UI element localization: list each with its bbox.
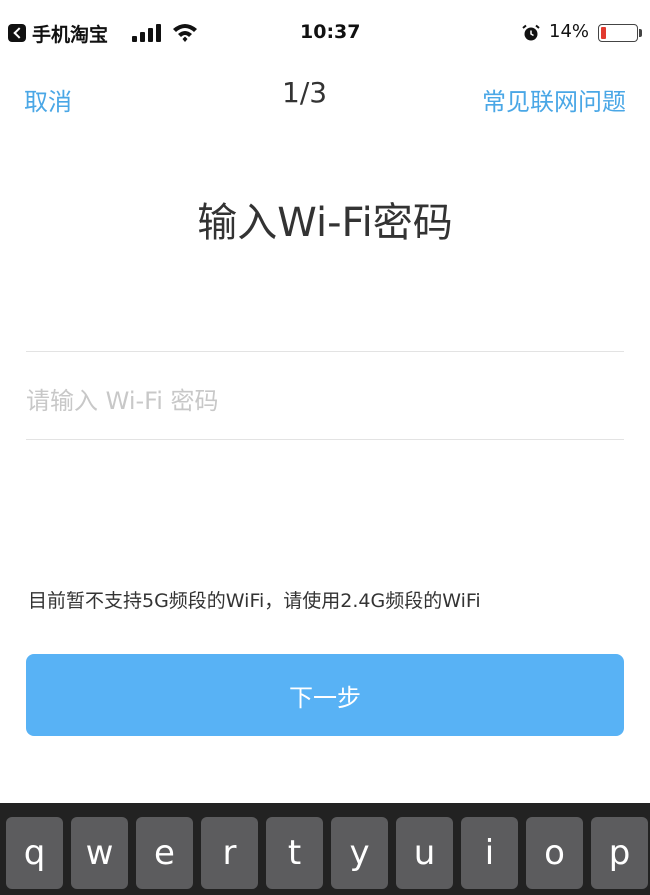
password-field[interactable] bbox=[26, 362, 624, 440]
key-p[interactable]: p bbox=[591, 817, 648, 889]
keyboard: q w e r t y u i o p bbox=[0, 803, 650, 895]
key-w[interactable]: w bbox=[71, 817, 128, 889]
page-title: 输入Wi-Fi密码 bbox=[197, 200, 453, 246]
cancel-button[interactable]: 取消 bbox=[24, 82, 72, 117]
signal-icon bbox=[132, 24, 164, 42]
key-q[interactable]: q bbox=[6, 817, 63, 889]
key-t[interactable]: t bbox=[266, 817, 323, 889]
key-e[interactable]: e bbox=[136, 817, 193, 889]
network-help-link[interactable]: 常见联网问题 bbox=[482, 82, 626, 117]
key-u[interactable]: u bbox=[396, 817, 453, 889]
battery-level bbox=[601, 27, 606, 39]
wifi-icon bbox=[173, 24, 197, 42]
clock: 10:37 bbox=[300, 21, 361, 43]
wifi-band-note: 目前暂不支持5G频段的WiFi，请使用2.4G频段的WiFi bbox=[28, 590, 481, 612]
wifi-name-field[interactable] bbox=[26, 280, 624, 352]
key-r[interactable]: r bbox=[201, 817, 258, 889]
password-input[interactable] bbox=[26, 362, 624, 439]
alarm-icon bbox=[522, 24, 540, 41]
back-app-name[interactable]: 手机淘宝 bbox=[32, 20, 108, 47]
keyboard-row-top: q w e r t y u i o p bbox=[6, 817, 648, 889]
step-indicator: 1/3 bbox=[282, 76, 328, 109]
status-bar: 手机淘宝 10:37 14% bbox=[0, 0, 650, 70]
key-i[interactable]: i bbox=[461, 817, 518, 889]
next-step-button[interactable]: 下一步 bbox=[26, 654, 624, 736]
battery-cap bbox=[639, 29, 642, 37]
battery-icon bbox=[598, 24, 638, 42]
key-o[interactable]: o bbox=[526, 817, 583, 889]
back-arrow-icon[interactable] bbox=[8, 24, 26, 42]
battery-percent: 14% bbox=[549, 21, 590, 42]
key-y[interactable]: y bbox=[331, 817, 388, 889]
